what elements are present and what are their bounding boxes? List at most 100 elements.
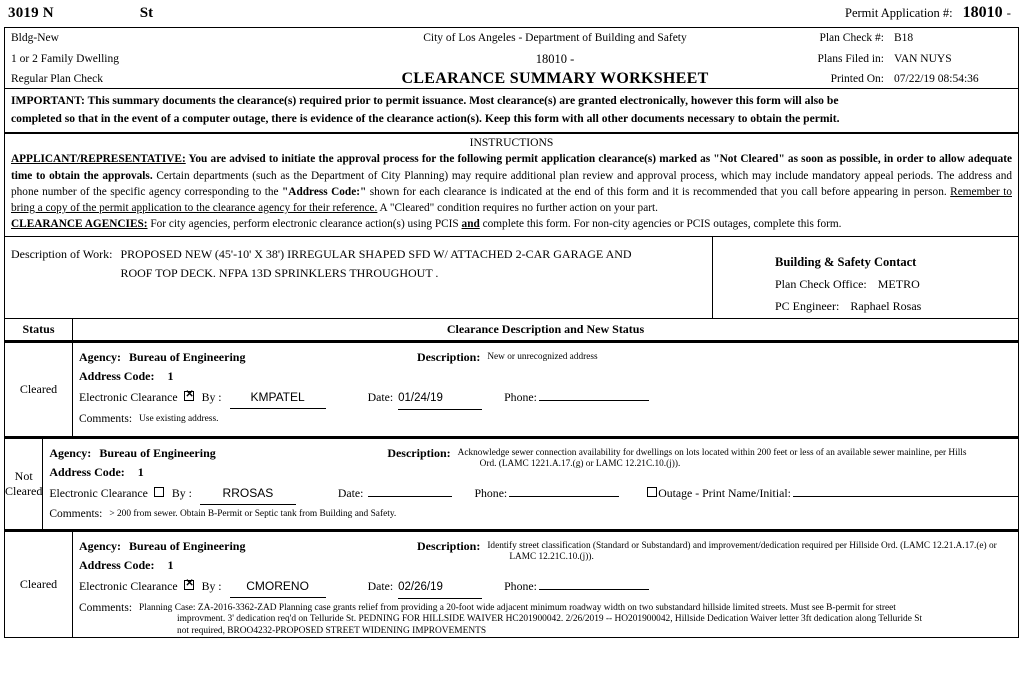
column-header-description: Clearance Description and New Status: [446, 321, 645, 336]
pc-engineer-value: Raphael Rosas: [850, 298, 922, 313]
project-type-dwelling: 1 or 2 Family Dwelling: [11, 52, 119, 65]
by-label: By :: [201, 578, 222, 593]
agency-label: Agency:: [79, 538, 121, 553]
comments-value-1: > 200 from sewer. Obtain B-Permit or Sep…: [102, 507, 396, 521]
instructions-agencies-paragraph: CLEARANCE AGENCIES: For city agencies, p…: [11, 216, 1012, 232]
outage-checkbox-1[interactable]: [647, 486, 658, 497]
description-label: Description:: [417, 538, 481, 553]
clearance-agencies-lead: CLEARANCE AGENCIES:: [11, 218, 148, 231]
column-header-status: Status: [5, 318, 73, 340]
plans-filed-in-label: Plans Filed in:: [817, 52, 884, 65]
electronic-clearance-label: Electronic Clearance: [79, 578, 178, 593]
comments-value-2: Planning Case: ZA-2016-3362-ZAD Planning…: [132, 601, 922, 638]
outage-value-1[interactable]: [792, 495, 1018, 497]
by-value-2[interactable]: CMORENO: [229, 576, 326, 598]
title-band-right: Plan Check #: B18 Plans Filed in: VAN NU…: [792, 28, 1012, 90]
phone-value-1[interactable]: [509, 495, 620, 497]
electronic-clearance-checkbox-1[interactable]: [153, 486, 164, 497]
comments-row-1: Comments: > 200 from sewer. Obtain B-Per…: [49, 507, 1018, 521]
phone-value-0[interactable]: [538, 399, 649, 401]
clearance-table-header: Status Clearance Description and New Sta…: [4, 318, 1019, 341]
applicant-rest-text-2: shown for each clearance is indicated at…: [366, 185, 951, 198]
permit-number-center: 18010 -: [535, 51, 575, 66]
agency-value-1: Bureau of Engineering: [99, 445, 216, 460]
table-row: Cleared Agency: Bureau of Engineering De…: [4, 529, 1019, 638]
address-code-quoted: "Address Code:": [282, 185, 367, 198]
building-safety-contact-section: Building & Safety Contact Plan Check Off…: [713, 237, 1018, 318]
plan-check-office-row: Plan Check Office: METRO: [713, 273, 1018, 295]
date-value-2[interactable]: 02/26/19: [398, 577, 483, 599]
outage-group-1: Outage - Print Name/Initial:: [619, 483, 1018, 503]
clearance-body-2: Agency: Bureau of Engineering Descriptio…: [73, 532, 1018, 637]
address-code-value-0: 1: [167, 368, 174, 383]
applicant-representative-lead: APPLICANT/REPRESENTATIVE:: [11, 153, 186, 166]
applicant-rest-text-3: A "Cleared" condition requires no furthe…: [377, 202, 658, 215]
description-of-work-line-1: PROPOSED NEW (45'-10' X 38') IRREGULAR S…: [120, 246, 632, 261]
phone-label: Phone:: [504, 578, 537, 593]
important-text-1: This summary documents the clearance(s) …: [84, 94, 839, 107]
clearance-status-2: Cleared: [5, 531, 73, 637]
date-value-1[interactable]: [368, 495, 453, 497]
comments-label: Comments:: [49, 507, 103, 520]
title-band-center: City of Los Angeles - Department of Buil…: [305, 28, 805, 90]
permit-application-number: 18010: [962, 4, 1003, 21]
address-street-suffix: St: [139, 5, 154, 21]
agencies-and-emphasis: and: [461, 218, 480, 231]
description-label: Description:: [417, 349, 481, 364]
description-line: New or unrecognized address: [487, 351, 598, 362]
printed-on-value: 07/22/19 08:54:36: [894, 73, 979, 85]
electronic-clearance-row-2: Electronic Clearance By : CMORENO Date: …: [79, 576, 1014, 599]
instructions-title: INSTRUCTIONS: [469, 136, 554, 149]
description-block-0: Description: New or unrecognized address: [417, 348, 1007, 367]
comments-label: Comments:: [79, 601, 133, 614]
electronic-clearance-label: Electronic Clearance: [49, 485, 148, 500]
agency-label: Agency:: [79, 349, 121, 364]
agencies-text-2: complete this form. For non-city agencie…: [479, 218, 842, 231]
electronic-clearance-checkbox-2[interactable]: [183, 578, 195, 590]
important-lead: IMPORTANT:: [11, 94, 85, 107]
phone-label: Phone:: [504, 389, 537, 404]
pc-engineer-row: PC Engineer: Raphael Rosas: [713, 295, 1018, 317]
address-code-row-0: Address Code: 1: [79, 367, 1014, 386]
printed-on-label: Printed On:: [830, 73, 884, 85]
comments-row-0: Comments: Use existing address.: [79, 412, 1014, 426]
agencies-text-1: For city agencies, perform electronic cl…: [147, 218, 462, 231]
plan-check-number-label: Plan Check #:: [819, 32, 884, 44]
address-code-label: Address Code:: [79, 557, 155, 572]
date-label: Date:: [367, 389, 394, 404]
comments-label: Comments:: [79, 412, 133, 425]
description-block-2: Description: Identify street classificat…: [417, 537, 1007, 564]
important-notice: IMPORTANT: This summary documents the cl…: [4, 89, 1019, 133]
address-code-value-2: 1: [167, 557, 174, 572]
building-safety-contact-title: Building & Safety Contact: [775, 254, 917, 269]
pc-engineer-label: PC Engineer:: [775, 298, 840, 313]
table-row: Not Cleared Agency: Bureau of Engineerin…: [4, 436, 1019, 530]
comments-line: not required, BROO4232-PROPOSED STREET W…: [177, 625, 487, 636]
plan-check-office-value: METRO: [877, 276, 920, 291]
date-label: Date:: [367, 578, 394, 593]
description-of-work-band: Description of Work: PROPOSED NEW (45'-1…: [4, 236, 1019, 319]
comments-line: > 200 from sewer. Obtain B-Permit or Sep…: [109, 508, 397, 519]
permit-application-label: Permit Application #:: [845, 6, 953, 20]
address-number: 3019 N: [8, 5, 54, 21]
by-value-0[interactable]: KMPATEL: [229, 387, 326, 409]
by-value-1[interactable]: RROSAS: [199, 483, 296, 505]
description-value-0: New or unrecognized address: [480, 348, 597, 367]
electronic-clearance-checkbox-0[interactable]: [183, 389, 195, 401]
clearance-status-0: Cleared: [5, 342, 73, 436]
description-line: Ord. (LAMC 1221.A.17.(g) or LAMC 12.21C.…: [479, 459, 681, 470]
address-code-label: Address Code:: [79, 368, 155, 383]
date-value-0[interactable]: 01/24/19: [398, 388, 483, 410]
project-type-bldg: Bldg-New: [11, 32, 59, 44]
plans-filed-in-row: Plans Filed in: VAN NUYS: [792, 49, 1012, 70]
clearance-summary-worksheet-page: 3019 N St Permit Application #: 18010 - …: [0, 0, 1023, 687]
description-line: Identify street classification (Standard…: [487, 540, 997, 551]
description-line: Acknowledge sewer connection availabilit…: [457, 447, 967, 458]
department-name: City of Los Angeles - Department of Buil…: [423, 32, 687, 44]
instructions-applicant-paragraph: APPLICANT/REPRESENTATIVE: You are advise…: [11, 151, 1012, 216]
description-of-work-section: Description of Work: PROPOSED NEW (45'-1…: [5, 236, 713, 318]
description-of-work-text: PROPOSED NEW (45'-10' X 38') IRREGULAR S…: [120, 245, 631, 283]
electronic-clearance-row-0: Electronic Clearance By : KMPATEL Date: …: [79, 387, 1014, 410]
phone-value-2[interactable]: [538, 588, 649, 590]
project-type-plan-check: Regular Plan Check: [11, 73, 103, 85]
